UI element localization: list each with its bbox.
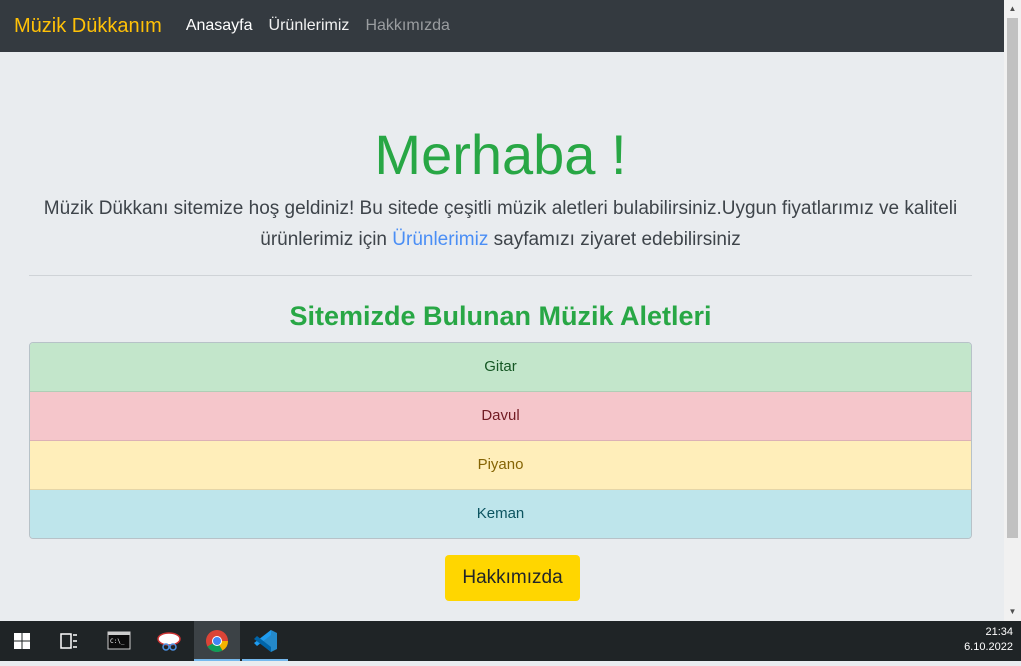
nav-link-hakkimizda[interactable]: Hakkımızda (365, 17, 449, 35)
page-content: Merhaba ! Müzik Dükkanı sitemize hoş gel… (0, 52, 1004, 621)
windows-taskbar: C:\_ 21:34 6.10.2022 (0, 621, 1021, 661)
instrument-list: Gitar Davul Piyano Keman (29, 342, 972, 539)
top-navbar: Müzik Dükkanım Anasayfa Ürünlerimiz Hakk… (0, 0, 1004, 52)
vscode-icon[interactable] (242, 621, 288, 661)
scroll-up-icon[interactable]: ▲ (1004, 0, 1021, 17)
task-view-icon[interactable] (46, 621, 92, 661)
clock-date: 6.10.2022 (964, 641, 1013, 653)
list-item-piyano: Piyano (30, 441, 971, 490)
list-item-davul: Davul (30, 392, 971, 441)
chrome-icon[interactable] (194, 621, 240, 661)
hakkimizda-button[interactable]: Hakkımızda (445, 555, 580, 601)
hero-title: Merhaba ! (374, 123, 627, 186)
list-item-keman: Keman (30, 490, 971, 538)
scroll-thumb[interactable] (1007, 18, 1018, 538)
hero-text: Müzik Dükkanı sitemize hoş geldiniz! Bu … (40, 193, 961, 255)
system-clock[interactable]: 21:34 6.10.2022 (964, 625, 1013, 655)
list-item-gitar: Gitar (30, 343, 971, 392)
section-title: Sitemizde Bulunan Müzik Aletleri (289, 301, 712, 331)
windows-start-icon[interactable] (0, 621, 46, 661)
snipping-tool-icon[interactable] (146, 621, 192, 661)
nav-link-urunlerimiz[interactable]: Ürünlerimiz (269, 17, 350, 35)
navbar-brand[interactable]: Müzik Dükkanım (14, 15, 162, 38)
hero-text-part-2: sayfamızı ziyaret edebilirsiniz (488, 229, 741, 250)
nav-link-anasayfa[interactable]: Anasayfa (186, 17, 253, 35)
hero-urunlerimiz-link[interactable]: Ürünlerimiz (392, 229, 488, 250)
vertical-scrollbar[interactable]: ▲ ▼ (1004, 0, 1021, 621)
scroll-down-icon[interactable]: ▼ (1004, 603, 1021, 620)
terminal-icon[interactable]: C:\_ (96, 621, 142, 661)
divider (29, 275, 972, 276)
svg-text:C:\_: C:\_ (110, 638, 125, 645)
clock-time: 21:34 (985, 626, 1013, 638)
